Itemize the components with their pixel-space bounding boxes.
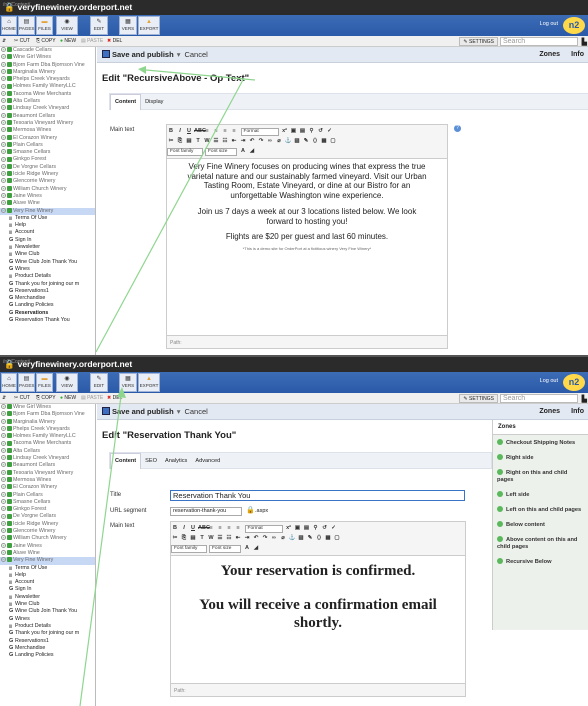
- top-screenshot: 🔒 veryfinewinery.orderport.net/n2/Content…: [0, 0, 588, 356]
- annotation-arrow-top: [95, 66, 256, 353]
- bottom-screenshot: 🔒 veryfinewinery.orderport.net/n2/Content…: [0, 357, 588, 706]
- annotation-arrow-bottom: [79, 387, 126, 706]
